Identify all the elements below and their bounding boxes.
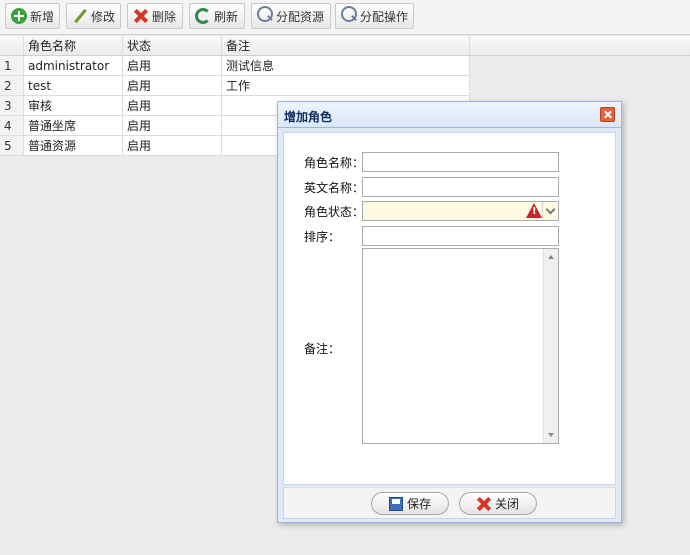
note-cell: 工作	[222, 76, 470, 96]
remark-textarea[interactable]	[362, 248, 559, 444]
role-name-cell: 审核	[24, 96, 123, 116]
toolbar: 新增 修改 删除 刷新 分配资源 分配操作	[0, 0, 690, 35]
role-name-cell: 普通坐席	[24, 116, 123, 136]
add-role-dialog: 增加角色 角色名称： 英文名称： 角色状态： 排序： 备注： 保存	[277, 101, 622, 523]
scroll-down-icon[interactable]	[548, 433, 554, 437]
edit-button[interactable]: 修改	[66, 3, 121, 29]
role-name-cell: administrator	[24, 56, 123, 76]
delete-button-label: 删除	[152, 9, 177, 24]
row-number-header	[0, 36, 24, 56]
edit-button-label: 修改	[90, 9, 115, 24]
close-icon[interactable]	[600, 107, 615, 122]
column-header-note[interactable]: 备注	[222, 36, 470, 56]
sort-label: 排序：	[304, 230, 341, 244]
warning-icon	[526, 203, 542, 218]
role-name-cell: 普通资源	[24, 136, 123, 156]
status-cell: 启用	[123, 96, 222, 116]
role-name-cell: test	[24, 76, 123, 96]
delete-button[interactable]: 删除	[127, 3, 183, 29]
row-number: 4	[0, 116, 24, 136]
status-cell: 启用	[123, 56, 222, 76]
add-icon	[11, 8, 27, 24]
role-name-label: 角色名称：	[304, 156, 365, 170]
assign-operations-button[interactable]: 分配操作	[335, 3, 414, 29]
sort-field[interactable]	[362, 226, 559, 246]
dialog-form: 角色名称： 英文名称： 角色状态： 排序： 备注：	[283, 132, 616, 485]
search-icon	[341, 6, 357, 22]
role-name-field[interactable]	[362, 152, 559, 172]
role-status-select[interactable]	[362, 201, 559, 221]
row-number: 2	[0, 76, 24, 96]
close-button-label: 关闭	[494, 497, 519, 511]
row-number: 3	[0, 96, 24, 116]
add-button-label: 新增	[29, 9, 54, 24]
chevron-down-icon[interactable]	[542, 202, 558, 220]
status-cell: 启用	[123, 116, 222, 136]
assign-resources-button[interactable]: 分配资源	[251, 3, 331, 29]
table-row[interactable]: 1 administrator 启用 测试信息	[0, 56, 470, 76]
add-button[interactable]: 新增	[5, 3, 60, 29]
edit-icon	[72, 8, 88, 24]
save-button-label: 保存	[406, 497, 431, 511]
scroll-up-icon[interactable]	[548, 255, 554, 259]
role-status-label: 角色状态：	[304, 205, 365, 219]
dialog-title: 增加角色	[284, 110, 333, 124]
close-button[interactable]: 关闭	[459, 492, 537, 515]
refresh-button-label: 刷新	[214, 9, 239, 24]
refresh-icon	[195, 8, 211, 24]
note-cell: 测试信息	[222, 56, 470, 76]
save-icon	[388, 496, 403, 511]
scrollbar[interactable]	[543, 249, 558, 443]
column-header-role-name[interactable]: 角色名称	[24, 36, 123, 56]
status-cell: 启用	[123, 76, 222, 96]
save-button[interactable]: 保存	[371, 492, 449, 515]
assign-operations-label: 分配操作	[359, 9, 408, 24]
grid-header-filler	[470, 36, 690, 56]
remark-label: 备注：	[304, 342, 341, 356]
assign-resources-label: 分配资源	[276, 9, 325, 24]
close-icon	[477, 497, 491, 511]
english-name-label: 英文名称：	[304, 181, 365, 195]
delete-icon	[133, 8, 149, 24]
row-number: 1	[0, 56, 24, 76]
grid-header: 角色名称 状态 备注	[0, 36, 470, 56]
row-number: 5	[0, 136, 24, 156]
refresh-button[interactable]: 刷新	[189, 3, 245, 29]
dialog-title-bar[interactable]: 增加角色	[278, 102, 621, 128]
search-icon	[257, 6, 273, 22]
table-row[interactable]: 2 test 启用 工作	[0, 76, 470, 96]
dialog-footer: 保存 关闭	[283, 487, 616, 519]
status-cell: 启用	[123, 136, 222, 156]
english-name-field[interactable]	[362, 177, 559, 197]
column-header-status[interactable]: 状态	[123, 36, 222, 56]
